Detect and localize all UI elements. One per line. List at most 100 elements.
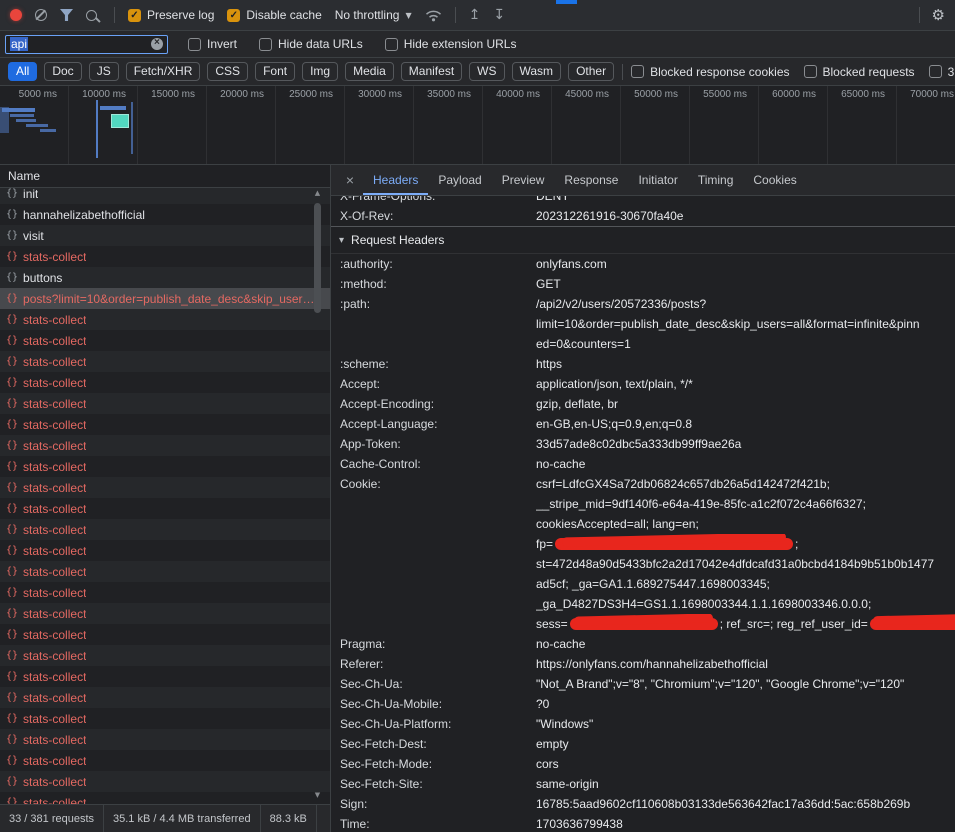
type-filter-chip[interactable]: Other	[568, 62, 614, 81]
request-row[interactable]: {} buttons	[0, 267, 330, 288]
type-filter-chip[interactable]: Img	[302, 62, 338, 81]
type-filter-chip[interactable]: WS	[469, 62, 504, 81]
request-row[interactable]: {} stats-collect	[0, 792, 330, 804]
details-tab[interactable]: Response	[554, 165, 628, 195]
type-filter-chip[interactable]: Font	[255, 62, 295, 81]
details-tab[interactable]: Preview	[492, 165, 555, 195]
name-column-header[interactable]: Name	[0, 165, 330, 188]
json-braces-icon: {}	[6, 272, 18, 283]
header-name: Sec-Ch-Ua-Mobile:	[331, 694, 536, 714]
resources-size: 88.3 kB	[261, 805, 317, 832]
header-value: _ga_D4827DS3H4=GS1.1.1698003344.1.1.1698…	[536, 594, 955, 614]
type-filter-chip[interactable]: Media	[345, 62, 394, 81]
filter-checkbox[interactable]: Hide extension URLs	[385, 37, 517, 51]
filter-checkbox[interactable]: Blocked response cookies	[631, 65, 789, 79]
type-filter-chip[interactable]: All	[8, 62, 37, 81]
timeline-label: 40000 ms	[483, 86, 552, 164]
type-filter-chip[interactable]: Fetch/XHR	[126, 62, 201, 81]
request-row[interactable]: {} init	[0, 188, 330, 204]
details-tabs: Headers Payload Preview Response Initiat…	[363, 165, 807, 195]
clear-filter-icon[interactable]	[151, 38, 163, 50]
request-row[interactable]: {} stats-collect	[0, 687, 330, 708]
details-tab[interactable]: Headers	[363, 165, 428, 195]
request-name: stats-collect	[23, 250, 86, 264]
details-tab[interactable]: Payload	[428, 165, 491, 195]
request-row[interactable]: {} stats-collect	[0, 540, 330, 561]
filter-toggle-icon[interactable]	[60, 9, 73, 21]
type-filter-chip[interactable]: JS	[89, 62, 119, 81]
json-braces-icon: {}	[6, 566, 18, 577]
request-row[interactable]: {} stats-collect	[0, 582, 330, 603]
request-row[interactable]: {} stats-collect	[0, 435, 330, 456]
request-row[interactable]: {} posts?limit=10&order=publish_date_des…	[0, 288, 330, 309]
disable-cache-checkbox[interactable]: Disable cache	[227, 8, 321, 22]
request-row[interactable]: {} stats-collect	[0, 603, 330, 624]
request-row[interactable]: {} stats-collect	[0, 372, 330, 393]
export-har-icon[interactable]: ↧	[493, 8, 505, 22]
record-button[interactable]	[10, 9, 22, 21]
request-row[interactable]: {} stats-collect	[0, 330, 330, 351]
request-row[interactable]: {} stats-collect	[0, 477, 330, 498]
request-row[interactable]: {} stats-collect	[0, 498, 330, 519]
request-name: stats-collect	[23, 355, 86, 369]
request-row[interactable]: {} stats-collect	[0, 351, 330, 372]
header-name: Accept-Encoding:	[331, 394, 536, 414]
details-tab[interactable]: Timing	[688, 165, 744, 195]
request-row[interactable]: {} visit	[0, 225, 330, 246]
close-details-icon[interactable]: ×	[337, 165, 363, 195]
request-row[interactable]: {} stats-collect	[0, 246, 330, 267]
request-row[interactable]: {} stats-collect	[0, 309, 330, 330]
request-row[interactable]: {} stats-collect	[0, 624, 330, 645]
request-name: stats-collect	[23, 397, 86, 411]
request-row[interactable]: {} hannahelizabethofficial	[0, 204, 330, 225]
header-value: "Not_A Brand";v="8", "Chromium";v="120",…	[536, 674, 955, 694]
request-row[interactable]: {} stats-collect	[0, 771, 330, 792]
request-row[interactable]: {} stats-collect	[0, 519, 330, 540]
request-row[interactable]: {} stats-collect	[0, 750, 330, 771]
request-list-panel: Name {} init {} hannahelizabethofficial	[0, 165, 331, 832]
timeline-label: 35000 ms	[414, 86, 483, 164]
clear-requests-button[interactable]	[35, 9, 47, 21]
type-filter-chip[interactable]: CSS	[207, 62, 248, 81]
network-filter-input[interactable]: api	[5, 35, 168, 54]
filter-checkbox[interactable]: 3rd-party requests	[929, 65, 955, 79]
request-row[interactable]: {} stats-collect	[0, 708, 330, 729]
details-tab[interactable]: Cookies	[743, 165, 806, 195]
request-headers-section-header[interactable]: ▾ Request Headers	[331, 227, 955, 254]
preserve-log-checkbox[interactable]: Preserve log	[128, 8, 214, 22]
header-row: _ga_D4827DS3H4=GS1.1.1698003344.1.1.1698…	[331, 594, 955, 614]
request-row[interactable]: {} stats-collect	[0, 729, 330, 750]
type-filter-chip[interactable]: Doc	[44, 62, 81, 81]
filter-checkbox[interactable]: Invert	[188, 37, 237, 51]
scroll-down-icon[interactable]: ▼	[313, 791, 322, 800]
timeline-overview[interactable]: 5000 ms 10000 ms 15000 ms 20000 ms 25000…	[0, 86, 955, 165]
scrollbar-thumb[interactable]	[314, 203, 321, 313]
header-row: st=472d48a90d5433bfc2a2d17042e4dfdcafd31…	[331, 554, 955, 574]
request-row[interactable]: {} stats-collect	[0, 414, 330, 435]
header-row: fp=;	[331, 534, 955, 554]
request-name: buttons	[23, 271, 62, 285]
timeline-label: 65000 ms	[828, 86, 897, 164]
json-braces-icon: {}	[6, 461, 18, 472]
settings-gear-icon[interactable]: ⚙	[932, 8, 945, 23]
header-row: Cache-Control: no-cache	[331, 454, 955, 474]
scroll-up-icon[interactable]: ▲	[313, 189, 322, 198]
request-row[interactable]: {} stats-collect	[0, 645, 330, 666]
headers-content: X-Frame-Options: DENY X-Of-Rev: 20231226…	[331, 196, 955, 832]
request-row[interactable]: {} stats-collect	[0, 456, 330, 477]
type-filter-chip[interactable]: Wasm	[512, 62, 562, 81]
network-conditions-icon[interactable]	[425, 9, 442, 22]
filter-checkbox[interactable]: Hide data URLs	[259, 37, 363, 51]
search-icon[interactable]	[86, 10, 97, 21]
header-value: ad5cf; _ga=GA1.1.689275447.1698003345;	[536, 574, 955, 594]
request-row[interactable]: {} stats-collect	[0, 561, 330, 582]
import-har-icon[interactable]: ↥	[469, 8, 481, 22]
request-list-scrollbar[interactable]: ▲ ▼	[313, 189, 322, 800]
request-row[interactable]: {} stats-collect	[0, 666, 330, 687]
request-row[interactable]: {} stats-collect	[0, 393, 330, 414]
filter-checkbox[interactable]: Blocked requests	[804, 65, 915, 79]
json-braces-icon: {}	[6, 419, 18, 430]
type-filter-chip[interactable]: Manifest	[401, 62, 462, 81]
throttling-select[interactable]: No throttling ▼	[335, 8, 412, 22]
details-tab[interactable]: Initiator	[628, 165, 687, 195]
